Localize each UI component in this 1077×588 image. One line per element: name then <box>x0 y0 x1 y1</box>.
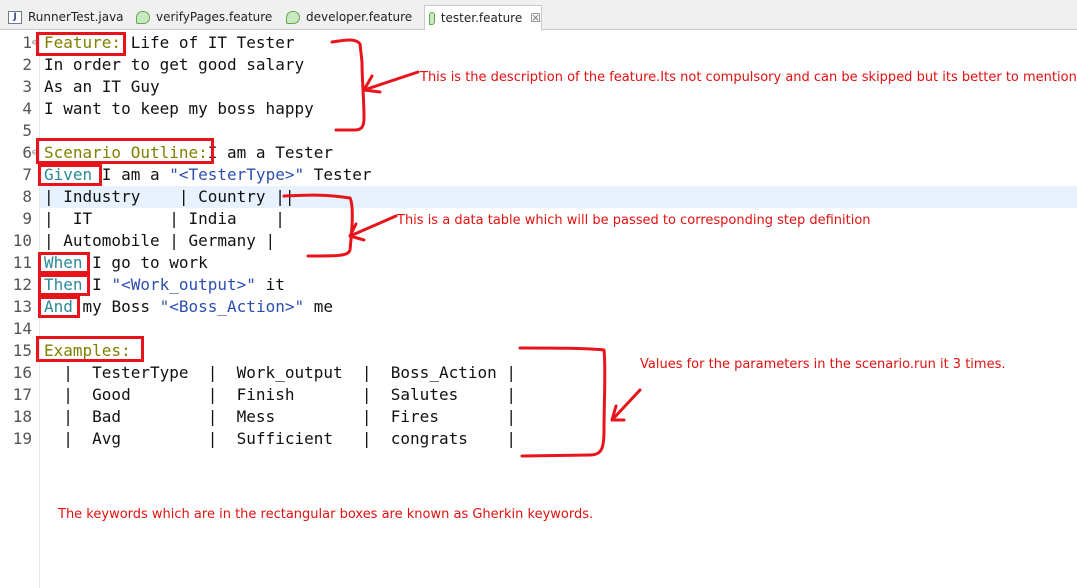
code-line[interactable]: 17 | Good | Finish | Salutes | <box>0 384 1077 406</box>
line-text: | Good | Finish | Salutes | <box>44 384 516 406</box>
tab-developer-feature[interactable]: developer.feature <box>282 5 418 29</box>
line-number: 14 <box>12 319 32 338</box>
gherkin-keywords-note: The keywords which are in the rectangula… <box>58 507 594 522</box>
code-line[interactable]: 1 ⊖ Feature: Life of IT Tester <box>0 32 1077 54</box>
code-line[interactable]: 10 | Automobile | Germany | <box>0 230 1077 252</box>
keyword-box-feature <box>36 32 126 56</box>
line-text: | Avg | Sufficient | congrats | <box>44 428 516 450</box>
plain-text: In order to get good salary <box>44 55 305 74</box>
code-line[interactable]: 13 And my Boss "<Boss_Action>" me <box>0 296 1077 318</box>
parameter-string: "<Work_output>" <box>111 275 256 294</box>
code-line[interactable]: 12 Then I "<Work_output>" it <box>0 274 1077 296</box>
plain-text: | Avg | Sufficient | congrats | <box>44 429 517 448</box>
line-number: 19 <box>12 429 32 448</box>
tab-label: developer.feature <box>306 10 413 24</box>
description-note: This is the description of the feature.I… <box>420 70 1077 85</box>
line-number: 13 <box>12 297 32 316</box>
line-number: 12 <box>12 275 32 294</box>
line-number: 15 <box>12 341 32 360</box>
code-line[interactable]: 19 | Avg | Sufficient | congrats | <box>0 428 1077 450</box>
line-number: 8 <box>22 187 32 206</box>
feature-file-icon <box>286 10 300 24</box>
plain-text: | Automobile | Germany | <box>44 231 276 250</box>
plain-text: me <box>304 297 334 316</box>
keyword-box-then <box>38 274 90 296</box>
plain-text: I am a <box>92 165 170 184</box>
plain-text: Tester <box>304 165 372 184</box>
line-number: 17 <box>12 385 32 404</box>
code-line[interactable]: 14 <box>0 318 1077 340</box>
plain-text: I am a Tester <box>207 143 333 162</box>
tab-label: RunnerTest.java <box>28 10 124 24</box>
line-number: 16 <box>12 363 32 382</box>
examples-note: Values for the parameters in the scenari… <box>640 357 1006 372</box>
keyword-box-given <box>38 164 102 186</box>
plain-text: I go to work <box>82 253 208 272</box>
editor-tab-bar: J RunnerTest.java verifyPages.feature de… <box>0 0 1077 30</box>
plain-text: my Boss <box>72 297 160 316</box>
line-number: 18 <box>12 407 32 426</box>
code-line[interactable]: 4 I want to keep my boss happy <box>0 98 1077 120</box>
line-number: 2 <box>22 55 32 74</box>
datatable-note: This is a data table which will be passe… <box>397 213 871 228</box>
line-text: | IT | India | <box>44 208 285 230</box>
plain-text: | TesterType | Work_output | Boss_Action… <box>44 363 517 382</box>
plain-text: | IT | India | <box>44 209 285 228</box>
line-text: As an IT Guy <box>44 76 160 98</box>
line-text: | TesterType | Work_output | Boss_Action… <box>44 362 516 384</box>
line-text: | Automobile | Germany | <box>44 230 275 252</box>
keyword-box-and <box>38 296 80 318</box>
code-line[interactable]: 7 Given I am a "<TesterType>" Tester <box>0 164 1077 186</box>
keyword-box-when <box>38 252 90 274</box>
plain-text: | Good | Finish | Salutes | <box>44 385 517 404</box>
close-tab-icon[interactable]: ☒ <box>530 11 541 25</box>
parameter-string: "<TesterType>" <box>169 165 305 184</box>
plain-text: | Bad | Mess | Fires | <box>44 407 517 426</box>
parameter-string: "<Boss_Action>" <box>159 297 305 316</box>
plain-text: I want to keep my boss happy <box>44 99 314 118</box>
line-number: 6 <box>22 143 32 162</box>
feature-file-icon <box>136 10 150 24</box>
plain-text: | Industry | Country || <box>44 187 295 206</box>
plain-text: Life of IT Tester <box>121 33 295 52</box>
line-number: 4 <box>22 99 32 118</box>
tab-label: verifyPages.feature <box>156 10 273 24</box>
code-line[interactable]: 18 | Bad | Mess | Fires | <box>0 406 1077 428</box>
tab-runnertest-java[interactable]: J RunnerTest.java <box>4 5 126 29</box>
keyword-box-examples <box>36 336 144 362</box>
tab-label: tester.feature <box>440 11 523 25</box>
tab-verifypages-feature[interactable]: verifyPages.feature <box>132 5 276 29</box>
line-number: 3 <box>22 77 32 96</box>
keyword-box-scenario-outline <box>36 138 214 164</box>
line-number: 10 <box>12 231 32 250</box>
line-text: | Industry | Country || <box>44 186 294 208</box>
line-number: 11 <box>12 253 32 272</box>
feature-file-icon <box>429 11 435 25</box>
line-text: | Bad | Mess | Fires | <box>44 406 516 428</box>
code-line[interactable]: 11 When I go to work <box>0 252 1077 274</box>
line-number: 5 <box>22 121 32 140</box>
line-text: I want to keep my boss happy <box>44 98 314 120</box>
code-line[interactable]: 8 | Industry | Country || <box>0 186 1077 208</box>
line-number: 9 <box>22 209 32 228</box>
plain-text: As an IT Guy <box>44 77 160 96</box>
line-number: 1 <box>22 33 32 52</box>
line-text: And my Boss "<Boss_Action>" me <box>44 296 333 318</box>
line-text: In order to get good salary <box>44 54 304 76</box>
line-number: 7 <box>22 165 32 184</box>
java-file-icon: J <box>8 10 22 24</box>
tab-tester-feature[interactable]: tester.feature ☒ <box>424 5 542 30</box>
plain-text: it <box>255 275 285 294</box>
